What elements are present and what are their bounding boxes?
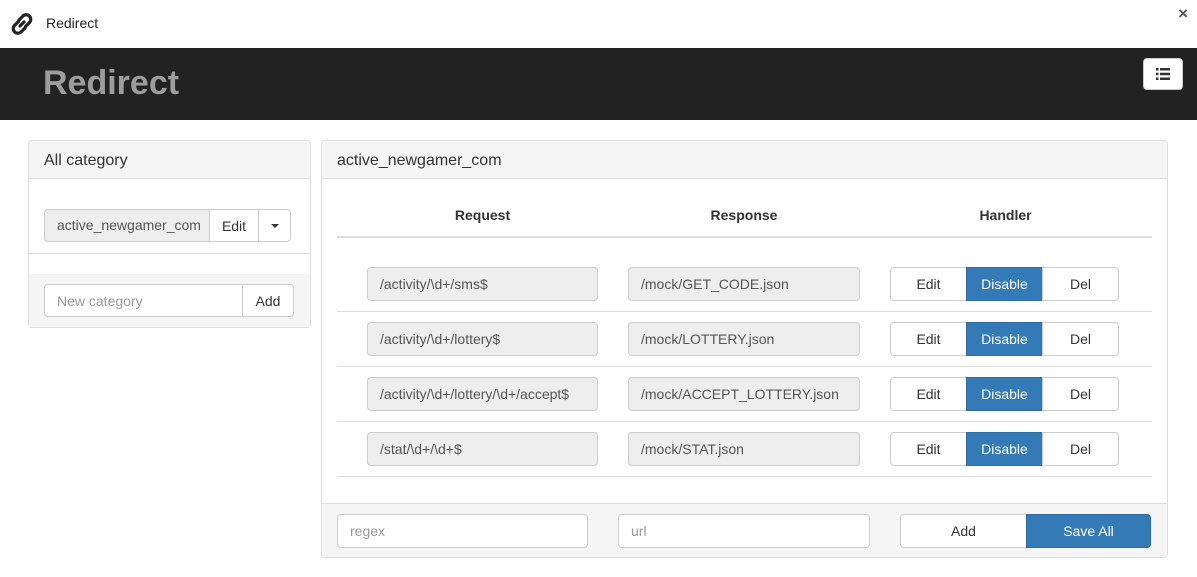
- regex-input[interactable]: [337, 514, 588, 548]
- category-name[interactable]: active_newgamer_com: [44, 209, 210, 242]
- disable-rule-button[interactable]: Disable: [966, 322, 1043, 356]
- column-header-handler: Handler: [979, 207, 1032, 223]
- new-category-form: Add: [29, 274, 310, 327]
- response-file-field: /mock/GET_CODE.json: [628, 267, 860, 301]
- add-category-button[interactable]: Add: [242, 284, 294, 317]
- delete-rule-button[interactable]: Del: [1042, 322, 1119, 356]
- category-item: active_newgamer_com Edit: [44, 209, 291, 242]
- delete-rule-button[interactable]: Del: [1042, 377, 1119, 411]
- request-pattern-field: /activity/\d+/sms$: [367, 267, 598, 301]
- table-row: /activity/\d+/lottery/\d+/accept$ /mock/…: [337, 367, 1152, 422]
- link-icon: [11, 13, 33, 35]
- disable-rule-button[interactable]: Disable: [966, 432, 1043, 466]
- response-file-field: /mock/STAT.json: [628, 432, 860, 466]
- table-header-divider: [337, 236, 1152, 238]
- response-file-field: /mock/ACCEPT_LOTTERY.json: [628, 377, 860, 411]
- request-pattern-field: /activity/\d+/lottery$: [367, 322, 598, 356]
- new-rule-form: Add Save All: [322, 503, 1167, 557]
- add-rule-button[interactable]: Add: [900, 514, 1027, 548]
- new-category-input[interactable]: [44, 284, 243, 317]
- navbar: Redirect: [0, 48, 1197, 120]
- delete-rule-button[interactable]: Del: [1042, 432, 1119, 466]
- handler-button-group: Edit Disable Del: [890, 267, 1119, 301]
- window-title: Redirect: [46, 15, 99, 31]
- category-dropdown-button[interactable]: [258, 209, 291, 242]
- handler-button-group: Edit Disable Del: [890, 322, 1119, 356]
- request-pattern-field: /activity/\d+/lottery/\d+/accept$: [367, 377, 598, 411]
- column-header-response: Response: [710, 207, 778, 223]
- category-edit-button[interactable]: Edit: [209, 209, 259, 242]
- handler-button-group: Edit Disable Del: [890, 432, 1119, 466]
- url-input[interactable]: [618, 514, 870, 548]
- rules-panel-title: active_newgamer_com: [322, 141, 1167, 179]
- table-row: /stat/\d+/\d+$ /mock/STAT.json Edit Disa…: [337, 422, 1152, 477]
- request-pattern-field: /stat/\d+/\d+$: [367, 432, 598, 466]
- list-icon: [1156, 68, 1170, 80]
- edit-rule-button[interactable]: Edit: [890, 432, 967, 466]
- category-panel: All category active_newgamer_com Edit Ad…: [28, 140, 311, 328]
- menu-toggle-button[interactable]: [1143, 58, 1183, 90]
- navbar-brand[interactable]: Redirect: [43, 64, 179, 103]
- handler-button-group: Edit Disable Del: [890, 377, 1119, 411]
- edit-rule-button[interactable]: Edit: [890, 377, 967, 411]
- table-row: /activity/\d+/lottery$ /mock/LOTTERY.jso…: [337, 312, 1152, 367]
- delete-rule-button[interactable]: Del: [1042, 267, 1119, 301]
- response-file-field: /mock/LOTTERY.json: [628, 322, 860, 356]
- save-all-button[interactable]: Save All: [1026, 514, 1151, 548]
- divider: [29, 253, 310, 254]
- window-titlebar: Redirect ×: [0, 0, 1197, 48]
- disable-rule-button[interactable]: Disable: [966, 377, 1043, 411]
- category-panel-title: All category: [29, 141, 310, 179]
- rules-panel: active_newgamer_com Request Response Han…: [321, 140, 1168, 558]
- close-icon[interactable]: ×: [1178, 4, 1188, 24]
- edit-rule-button[interactable]: Edit: [890, 322, 967, 356]
- disable-rule-button[interactable]: Disable: [966, 267, 1043, 301]
- caret-down-icon: [270, 223, 279, 228]
- edit-rule-button[interactable]: Edit: [890, 267, 967, 301]
- column-header-request: Request: [454, 207, 511, 223]
- table-row: /activity/\d+/sms$ /mock/GET_CODE.json E…: [337, 257, 1152, 312]
